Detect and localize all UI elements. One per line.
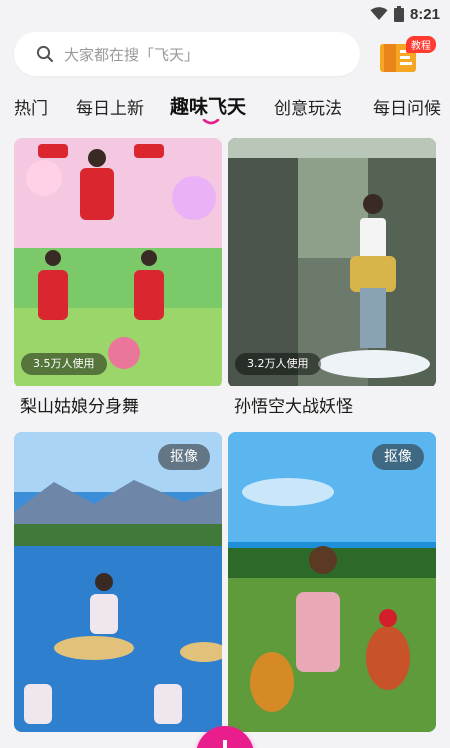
battery-icon bbox=[393, 6, 404, 22]
status-time: 8:21 bbox=[409, 5, 440, 23]
tab-daily-greeting[interactable]: 每日问候 bbox=[373, 94, 441, 119]
category-tabs: 热门 每日上新 趣味飞天 创意玩法 每日问候 bbox=[0, 88, 450, 128]
template-card[interactable]: 抠像 bbox=[14, 432, 222, 732]
cutout-tag: 抠像 bbox=[372, 444, 424, 470]
card-thumbnail bbox=[14, 432, 222, 732]
template-card[interactable]: 抠像 bbox=[228, 432, 436, 732]
card-title[interactable]: 孙悟空大战妖怪 bbox=[234, 392, 353, 417]
cutout-tag: 抠像 bbox=[158, 444, 210, 470]
tab-creative[interactable]: 创意玩法 bbox=[274, 94, 342, 119]
card-thumbnail bbox=[228, 432, 436, 732]
tab-daily-new[interactable]: 每日上新 bbox=[76, 94, 144, 119]
card-title[interactable]: 梨山姑娘分身舞 bbox=[20, 392, 139, 417]
tutorial-badge: 教程 bbox=[406, 36, 436, 53]
template-card[interactable]: 3.2万人使用 bbox=[228, 138, 436, 388]
wifi-icon bbox=[370, 7, 388, 20]
template-card[interactable]: 3.5万人使用 bbox=[14, 138, 222, 388]
search-icon bbox=[36, 45, 54, 63]
usage-count-badge: 3.5万人使用 bbox=[21, 353, 107, 375]
card-thumbnail bbox=[14, 138, 222, 386]
tab-fun-flying[interactable]: 趣味飞天 bbox=[170, 92, 246, 119]
status-icons: 8:21 bbox=[370, 4, 440, 24]
plus-icon bbox=[223, 740, 227, 748]
search-input[interactable]: 大家都在搜「飞天」 bbox=[14, 32, 360, 76]
create-button[interactable] bbox=[196, 726, 254, 748]
tutorial-button[interactable]: 教程 bbox=[378, 36, 436, 74]
status-bar: 8:21 bbox=[0, 0, 450, 28]
tab-hot[interactable]: 热门 bbox=[14, 94, 48, 119]
active-tab-indicator bbox=[202, 119, 220, 125]
search-placeholder: 大家都在搜「飞天」 bbox=[64, 45, 200, 64]
card-thumbnail bbox=[228, 138, 436, 386]
usage-count-badge: 3.2万人使用 bbox=[235, 353, 321, 375]
